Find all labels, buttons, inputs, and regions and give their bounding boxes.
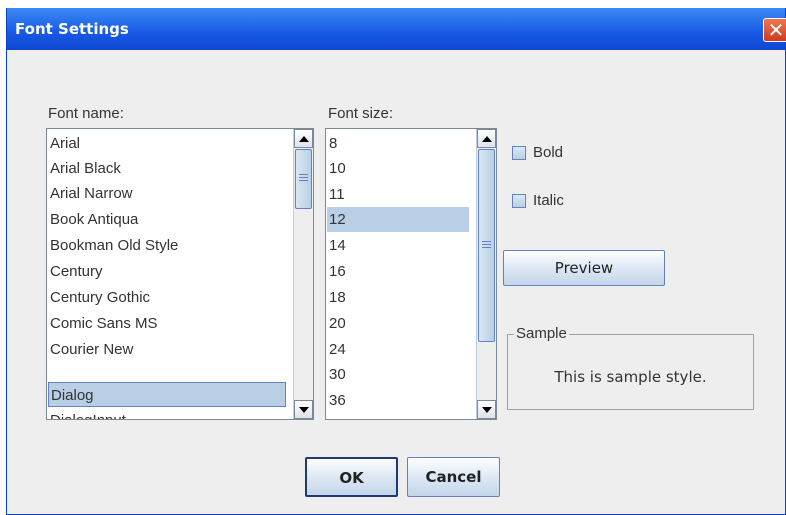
- scroll-thumb[interactable]: [295, 149, 312, 209]
- font-name-label: Font name:: [48, 105, 124, 122]
- font-name-item[interactable]: Arial Black: [48, 156, 288, 181]
- font-size-item[interactable]: 8: [327, 131, 469, 156]
- scroll-down-arrow-icon: [299, 407, 309, 413]
- checkbox-icon: [512, 145, 526, 160]
- font-name-item[interactable]: Arial Narrow: [48, 181, 288, 206]
- font-name-item[interactable]: Book Antiqua: [48, 207, 288, 232]
- scroll-down-arrow-icon: [482, 407, 492, 413]
- bold-label: Bold: [533, 144, 564, 161]
- cancel-button[interactable]: Cancel: [407, 457, 500, 497]
- bold-checkbox[interactable]: Bold: [512, 144, 563, 161]
- font-size-item[interactable]: 30: [327, 362, 469, 387]
- font-size-item[interactable]: 16: [327, 259, 469, 284]
- scroll-down-button[interactable]: [294, 400, 313, 419]
- font-size-item[interactable]: 20: [327, 311, 469, 336]
- sample-text: This is sample style.: [554, 368, 707, 386]
- font-name-item[interactable]: Courier New: [48, 337, 288, 362]
- font-size-item[interactable]: 11: [327, 182, 469, 207]
- scroll-down-button[interactable]: [477, 400, 496, 419]
- scroll-up-button[interactable]: [477, 129, 496, 148]
- italic-checkbox[interactable]: Italic: [512, 192, 564, 209]
- font-name-item[interactable]: Century Gothic: [48, 285, 288, 310]
- font-size-item-selected[interactable]: 12: [327, 207, 469, 232]
- font-name-scrollbar[interactable]: [293, 129, 313, 419]
- font-size-item[interactable]: 10: [327, 156, 469, 181]
- font-name-item[interactable]: Arial: [48, 131, 288, 156]
- font-size-item[interactable]: 18: [327, 285, 469, 310]
- font-size-item[interactable]: 14: [327, 233, 469, 258]
- scroll-up-arrow-icon: [482, 136, 492, 142]
- window-title: Font Settings: [15, 20, 129, 38]
- font-name-item[interactable]: Bookman Old Style: [48, 233, 288, 258]
- font-name-item-selected[interactable]: Dialog: [48, 382, 286, 407]
- font-name-item[interactable]: Century: [48, 259, 288, 284]
- font-size-label: Font size:: [328, 105, 394, 122]
- italic-label: Italic: [533, 192, 564, 209]
- font-size-list[interactable]: 8 10 11 12 14 16 18 20 24 30 36: [325, 128, 497, 420]
- title-bar[interactable]: Font Settings ✕: [7, 8, 786, 50]
- ok-button[interactable]: OK: [305, 457, 398, 497]
- scroll-up-button[interactable]: [294, 129, 313, 148]
- font-name-list[interactable]: Arial Arial Black Arial Narrow Book Anti…: [46, 128, 314, 420]
- font-name-item[interactable]: Comic Sans MS: [48, 311, 288, 336]
- font-settings-dialog: Font Settings ✕ Font name: Arial Arial B…: [6, 8, 786, 515]
- preview-button[interactable]: Preview: [503, 250, 665, 286]
- font-size-scrollbar[interactable]: [476, 129, 496, 419]
- sample-group: Sample This is sample style.: [507, 325, 754, 410]
- checkbox-icon: [512, 193, 526, 208]
- scroll-up-arrow-icon: [299, 136, 309, 142]
- font-name-item[interactable]: DialogInput: [48, 408, 288, 419]
- sample-legend: Sample: [514, 325, 569, 342]
- font-size-item[interactable]: 24: [327, 337, 469, 362]
- scroll-thumb[interactable]: [478, 149, 495, 342]
- font-size-item[interactable]: 36: [327, 388, 469, 413]
- close-button[interactable]: ✕: [763, 18, 786, 42]
- close-icon: ✕: [767, 18, 785, 42]
